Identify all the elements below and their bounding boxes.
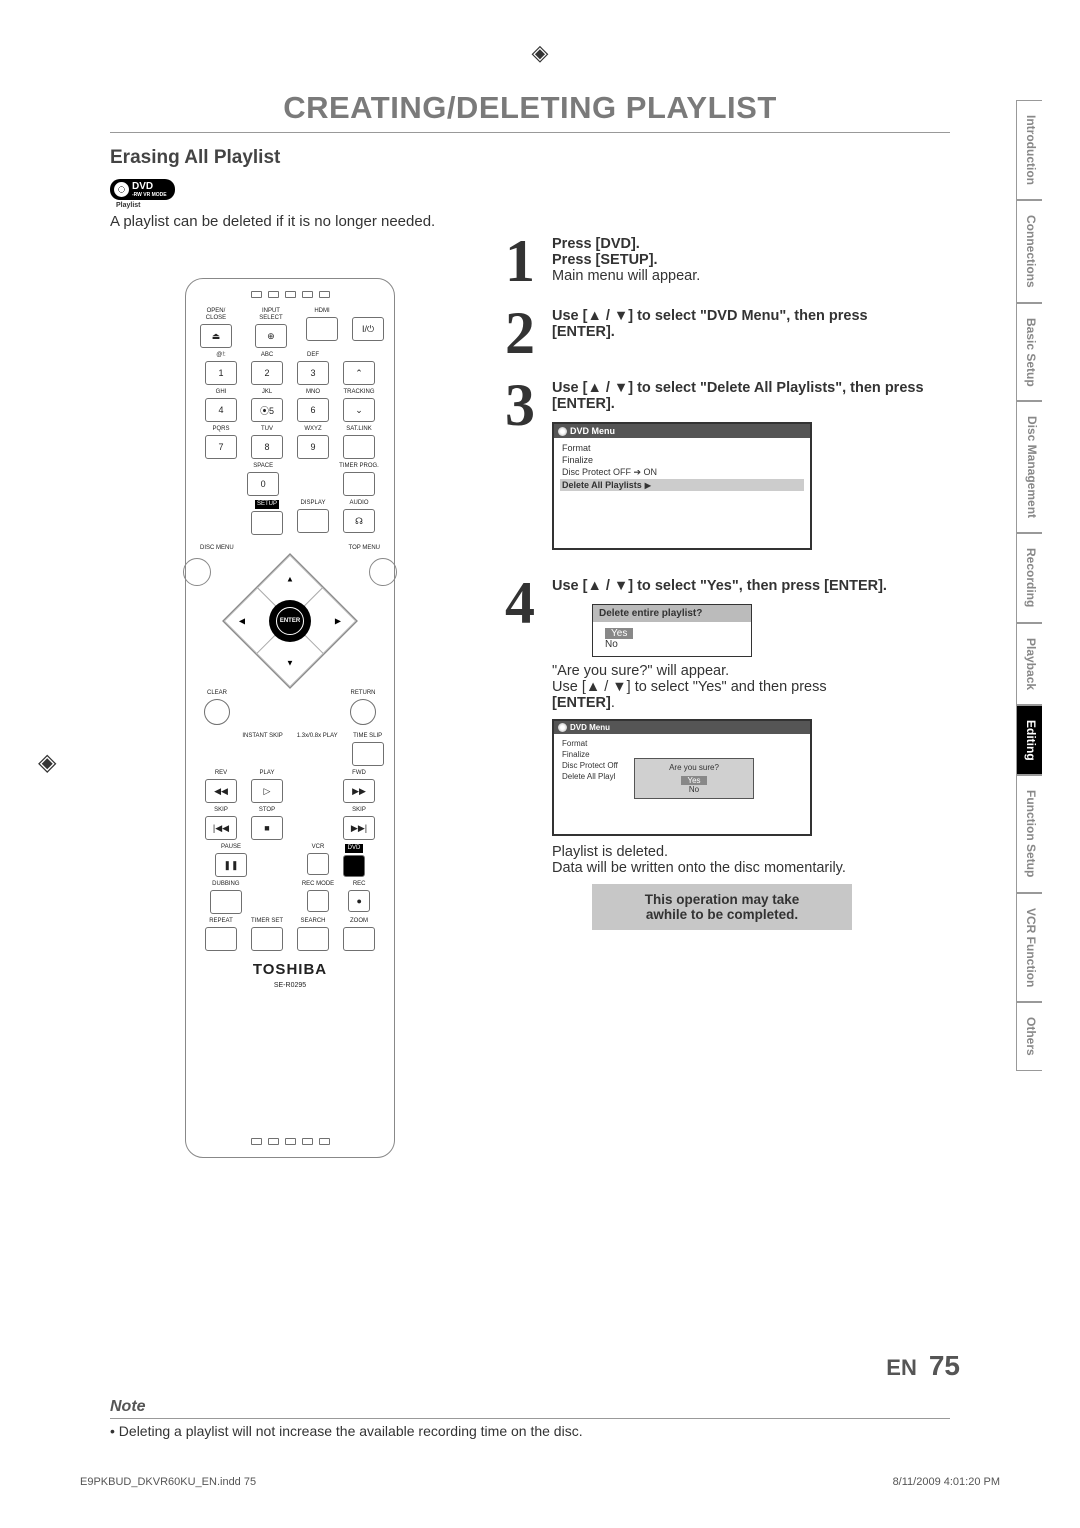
tab-connections: Connections (1016, 200, 1042, 303)
model-number: SE-R0295 (196, 982, 384, 989)
warning-message: This operation may take awhile to be com… (592, 884, 852, 930)
tab-recording: Recording (1016, 533, 1042, 622)
section-heading: Erasing All Playlist (110, 147, 950, 169)
step-3: 3 Use [▲ / ▼] to select "Delete All Play… (498, 380, 928, 556)
footer-timestamp: 8/11/2009 4:01:20 PM (893, 1476, 1000, 1488)
tab-disc-management: Disc Management (1016, 401, 1042, 533)
tab-others: Others (1016, 1002, 1042, 1071)
disc-icon (114, 182, 129, 197)
page-footer: EN75 (886, 1350, 960, 1382)
dvd-menu-screenshot: DVD Menu Format Finalize Disc Protect OF… (552, 422, 812, 550)
confirm-dialog: Delete entire playlist? Yes No (592, 604, 752, 657)
registration-mark-icon: ◈ (532, 40, 549, 66)
dvd-rw-badge: DVD -RW VR MODE (110, 179, 175, 200)
remote-control-diagram: OPEN/ CLOSE⏏ INPUT SELECT⊕ HDMI I/⏻ @!:1… (185, 278, 395, 1158)
step-2: 2 Use [▲ / ▼] to select "DVD Menu", then… (498, 308, 928, 358)
tab-playback: Playback (1016, 623, 1042, 705)
page-title: CREATING/DELETING PLAYLIST (110, 90, 950, 126)
badge-sublabel: Playlist (116, 202, 950, 209)
tab-editing: Editing (1016, 705, 1042, 776)
step-4: 4 Use [▲ / ▼] to select "Yes", then pres… (498, 578, 928, 930)
registration-mark-icon: ◈ (38, 748, 56, 777)
brand-logo: TOSHIBA (196, 961, 384, 978)
tab-function-setup: Function Setup (1016, 775, 1042, 892)
divider (110, 132, 950, 133)
enter-button: ENTER (269, 600, 311, 642)
note-section: Note • Deleting a playlist will not incr… (110, 1398, 950, 1439)
footer-filename: E9PKBUD_DKVR60KU_EN.indd 75 (80, 1476, 256, 1488)
tab-vcr-function: VCR Function (1016, 893, 1042, 1002)
step-1: 1 Press [DVD]. Press [SETUP]. Main menu … (498, 236, 928, 286)
tab-introduction: Introduction (1016, 100, 1042, 200)
section-tabs: Introduction Connections Basic Setup Dis… (1016, 100, 1042, 1071)
dvd-menu-confirm-screenshot: DVD Menu Format Finalize Disc Protect Of… (552, 719, 812, 836)
tab-basic-setup: Basic Setup (1016, 303, 1042, 402)
